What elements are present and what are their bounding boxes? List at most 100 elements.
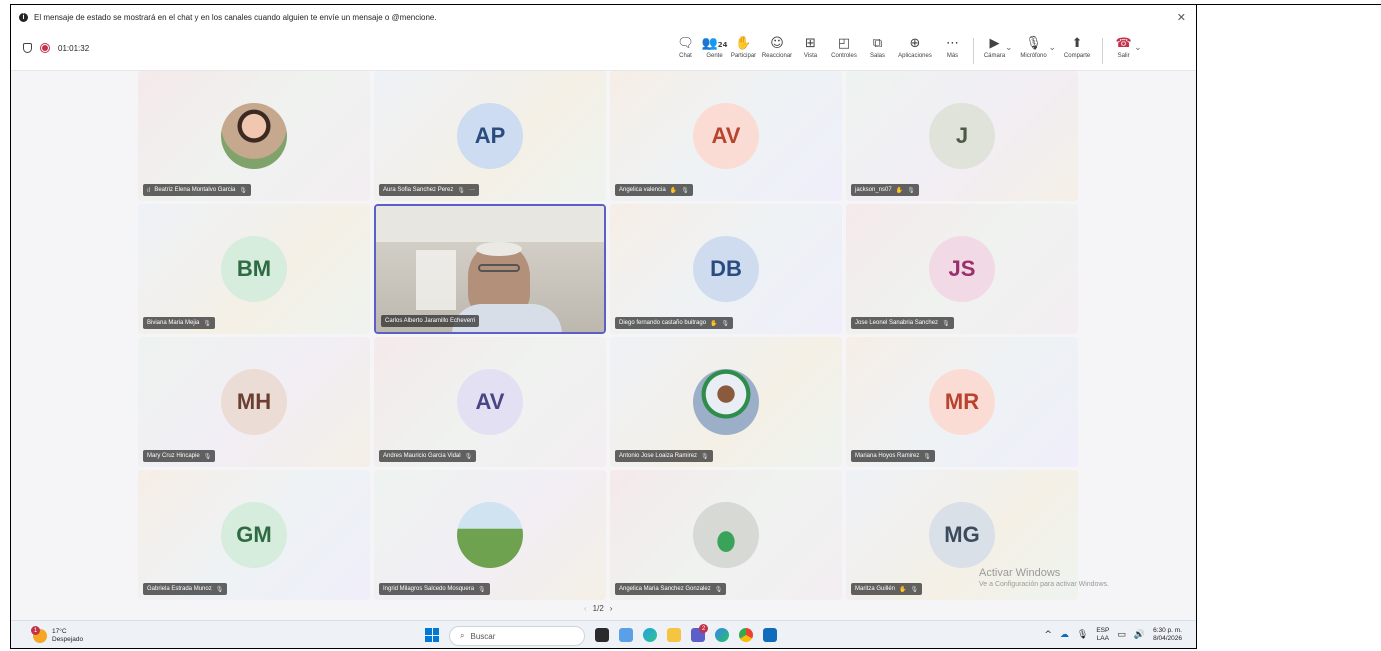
page-indicator: 1/2: [592, 604, 604, 613]
mic-tray-icon[interactable]: 🎙: [1077, 630, 1088, 640]
keyboard-layout: LAA: [1096, 635, 1109, 642]
participant-photo: [693, 369, 759, 435]
camera-options-chevron-icon[interactable]: ⌄: [1005, 43, 1013, 53]
copilot-icon[interactable]: [715, 628, 729, 642]
gallery-icon[interactable]: [619, 628, 633, 642]
participant-name: Gabriela Estrada Munoz: [147, 586, 212, 592]
participant-tile[interactable]: GM Gabriela Estrada Munoz 🎙: [138, 470, 370, 600]
meeting-toolbar: 01:01:32 🗨 Chat 👥24 Gente ✋ Participar ☺…: [11, 29, 1196, 71]
participant-tile[interactable]: BM Biviana Maria Mejia 🎙: [138, 204, 370, 334]
participant-name-tag: Antonio Jose Loaiza Ramirez 🎙: [615, 450, 713, 462]
smiley-icon: ☺: [770, 36, 784, 51]
participant-name: Aura Sofia Sanchez Perez: [383, 187, 454, 193]
controls-label: Controles: [831, 53, 857, 59]
react-button[interactable]: ☺ Reaccionar: [758, 35, 796, 59]
network-icon[interactable]: ▭: [1117, 630, 1126, 640]
mic-off-icon: 🎙: [239, 186, 248, 194]
mic-options-chevron-icon[interactable]: ⌄: [1049, 43, 1057, 53]
watermark-title: Activar Windows: [979, 567, 1061, 579]
rooms-icon: ⧉: [872, 36, 883, 51]
participant-tile[interactable]: AV Angelica valencia ✋ 🎙: [610, 71, 842, 201]
onedrive-icon[interactable]: ☁: [1060, 630, 1069, 640]
leave-options-chevron-icon[interactable]: ⌄: [1134, 43, 1142, 53]
participant-name-tag: Mariana Hoyos Ramirez 🎙: [851, 450, 935, 462]
raise-hand-button[interactable]: ✋ Participar: [729, 35, 758, 59]
participant-name: Angelica Maria Sanchez Gonzalez: [619, 586, 711, 592]
more-options[interactable]: ···: [469, 187, 475, 193]
participant-tile[interactable]: DB Diego fernando castaño buitrago ✋ 🎙: [610, 204, 842, 334]
teams-badge: 2: [699, 624, 708, 633]
add-app-icon: ⊕: [909, 36, 921, 51]
controls-button[interactable]: ◰ Controles: [825, 35, 863, 59]
participant-tile[interactable]: ıl Beatriz Elena Montalvo Garcia 🎙: [138, 71, 370, 201]
participant-photo: [457, 502, 523, 568]
teams-meeting-window: i El mensaje de estado se mostrará en el…: [10, 4, 1197, 649]
mic-off-icon: 🎙: [203, 319, 211, 327]
more-button[interactable]: ⋯ Más: [938, 35, 967, 59]
mic-button[interactable]: 🎙 Micrófono: [1015, 35, 1053, 59]
participant-name: jackson_ns07: [855, 187, 892, 193]
weather-widget[interactable]: 1 17°C Despejado: [31, 626, 83, 644]
activate-windows-watermark: Activar Windows Ve a Configuración para …: [979, 567, 1109, 588]
participant-tile[interactable]: J jackson_ns07 ✋ 🎙: [846, 71, 1078, 201]
mic-off-icon: 🎙: [910, 585, 919, 593]
participant-initials: GM: [236, 522, 272, 547]
prev-page-icon[interactable]: ‹: [584, 604, 587, 613]
chevron-up-icon[interactable]: ^: [1044, 630, 1052, 640]
participant-name: Jose Leonel Sanabria Sanchez: [855, 320, 939, 326]
participant-video: [376, 206, 604, 332]
participant-name-tag: ıl Beatriz Elena Montalvo Garcia 🎙: [143, 184, 252, 196]
weather-badge: 1: [31, 626, 40, 635]
apps-button[interactable]: ⊕ Aplicaciones: [892, 35, 938, 59]
participant-initials: BM: [236, 256, 272, 281]
shield-icon[interactable]: [23, 43, 32, 53]
participant-name: Maritza Guillén: [855, 586, 896, 592]
outlook-icon[interactable]: [763, 628, 777, 642]
participant-tile[interactable]: Ingrid Milagros Salcedo Mosquera 🎙: [374, 470, 606, 600]
participant-avatar: AP: [457, 103, 523, 169]
participant-tile[interactable]: AV Andres Mauricio Garcia Vidal 🎙: [374, 337, 606, 467]
volume-icon[interactable]: 🔊: [1134, 630, 1145, 640]
file-explorer-icon[interactable]: [667, 628, 681, 642]
camera-label: Cámara: [983, 53, 1006, 59]
participant-avatar: AV: [693, 103, 759, 169]
clock-time: 6:30 p. m.: [1153, 627, 1182, 634]
view-label: Vista: [803, 53, 818, 59]
phone-hangup-icon: ☎: [1115, 36, 1132, 51]
mic-label: Micrófono: [1020, 53, 1047, 59]
toolbar-divider-2: [1102, 38, 1104, 64]
close-notice-icon[interactable]: ✕: [1177, 11, 1186, 24]
task-view-icon[interactable]: [595, 628, 609, 642]
participant-tile[interactable]: MR Mariana Hoyos Ramirez 🎙: [846, 337, 1078, 467]
share-button[interactable]: ⬆ Comparte: [1058, 35, 1096, 59]
participant-video-tile[interactable]: Carlos Alberto Jaramillo Echeverri: [374, 204, 606, 334]
participant-name-tag: Mary Cruz Hincapie 🎙: [143, 450, 216, 462]
people-button[interactable]: 👥24 Gente: [700, 35, 729, 59]
participant-name: Mariana Hoyos Ramirez: [855, 453, 920, 459]
participant-tile[interactable]: Angelica Maria Sanchez Gonzalez 🎙: [610, 470, 842, 600]
participant-name: Angelica valencia: [619, 187, 666, 193]
participant-name-tag: jackson_ns07 ✋ 🎙: [851, 184, 919, 196]
participant-initials: AV: [475, 389, 505, 414]
start-button[interactable]: [425, 628, 439, 642]
clock[interactable]: 6:30 p. m. 8/04/2026: [1153, 627, 1182, 643]
taskbar-search[interactable]: ⌕ Buscar: [449, 626, 585, 646]
teams-icon[interactable]: 2: [691, 624, 708, 642]
language-indicator[interactable]: ESP LAA: [1096, 627, 1109, 643]
rooms-button[interactable]: ⧉ Salas: [863, 35, 892, 59]
windows-taskbar: 1 17°C Despejado ⌕ Buscar 2 ^ ☁ 🎙 ESP LA…: [11, 620, 1196, 648]
next-page-icon[interactable]: ›: [610, 604, 613, 613]
participant-name-tag: Ingrid Milagros Salcedo Mosquera 🎙: [379, 583, 490, 595]
mic-off-icon: 🎙: [907, 186, 915, 194]
recording-icon[interactable]: [40, 43, 50, 53]
mic-off-icon: 🎙: [923, 452, 931, 460]
participant-tile[interactable]: MH Mary Cruz Hincapie 🎙: [138, 337, 370, 467]
participant-tile[interactable]: JS Jose Leonel Sanabria Sanchez 🎙: [846, 204, 1078, 334]
view-button[interactable]: ⊞ Vista: [796, 35, 825, 59]
apps-label: Aplicaciones: [898, 53, 932, 59]
chat-button[interactable]: 🗨 Chat: [671, 35, 700, 59]
participant-tile[interactable]: Antonio Jose Loaiza Ramirez 🎙: [610, 337, 842, 467]
participant-tile[interactable]: AP Aura Sofia Sanchez Perez 🎙 ···: [374, 71, 606, 201]
edge-icon[interactable]: [643, 628, 657, 642]
chrome-icon[interactable]: [739, 628, 753, 642]
